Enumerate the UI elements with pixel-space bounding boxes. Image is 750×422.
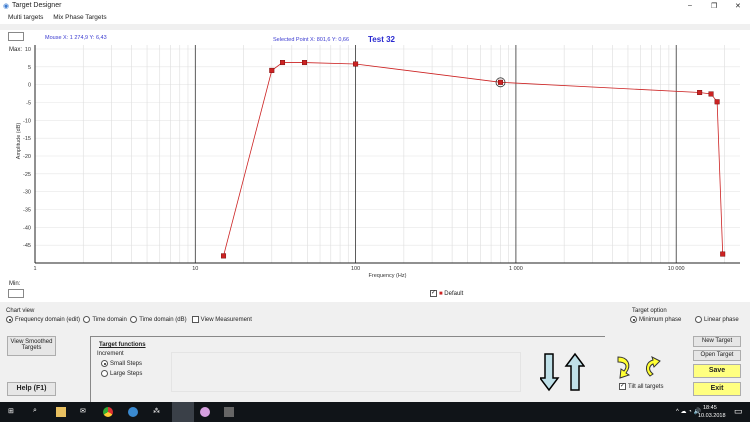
x-tick-label: 1 000	[509, 266, 523, 272]
clock-date: 10.03.2018	[698, 413, 726, 419]
tilt-up-button[interactable]	[645, 356, 661, 377]
y-tick-label: -5	[26, 101, 31, 107]
data-point[interactable]	[302, 60, 308, 66]
y-axis-label: Amplitude (dB)	[16, 123, 22, 160]
target-functions-title: Target functions	[99, 342, 146, 348]
up-arrow-button[interactable]	[564, 352, 585, 391]
radio-minimum-phase[interactable]: Minimum phase	[630, 316, 681, 323]
x-axis-label: Frequency (Hz)	[369, 273, 407, 279]
y-tick-label: -40	[23, 225, 31, 231]
chart-view-group: Chart view Frequency domain (edit) Time …	[6, 308, 256, 328]
data-point[interactable]	[280, 60, 286, 66]
tilt-buttons	[617, 356, 661, 379]
increment-group: Increment Small Steps Large Steps	[97, 351, 147, 401]
help-button[interactable]: Help (F1)	[7, 382, 56, 396]
y-tick-label: -25	[23, 172, 31, 178]
legend: ✓ ■ Default	[430, 290, 463, 297]
legend-label: Default	[444, 291, 464, 298]
x-tick-label: 10 000	[668, 266, 685, 272]
frequency-chart[interactable]: 10 5 0 -5 -10 -15 -20 -25 -30 -35 -40 -45 1 10 100 1 00…	[0, 0, 750, 302]
radio-frequency-domain[interactable]: Frequency domain (edit)	[6, 316, 80, 323]
arrow-buttons	[540, 352, 585, 392]
target-functions-panel: Target functions Increment Small Steps L…	[90, 336, 605, 402]
radio-time-domain[interactable]: Time domain	[83, 316, 127, 323]
y-tick-label: 5	[28, 65, 31, 71]
exit-button[interactable]: Exit	[693, 382, 741, 396]
data-point[interactable]	[353, 61, 359, 67]
y-tick-label: -35	[23, 208, 31, 214]
chart-view-title: Chart view	[6, 308, 35, 314]
network-app-icon[interactable]: ⁂	[153, 407, 163, 417]
tilt-down-button[interactable]	[617, 356, 631, 379]
x-tick-label: 100	[351, 266, 360, 272]
y-tick-label: -30	[23, 190, 31, 196]
monitor-app-icon[interactable]	[224, 407, 234, 417]
clock-time: 18:45	[703, 405, 717, 411]
data-point[interactable]	[269, 67, 275, 73]
data-point[interactable]	[498, 79, 504, 85]
mail-icon[interactable]: ✉	[80, 407, 90, 417]
x-tick-label: 10	[192, 266, 198, 272]
radio-linear-phase[interactable]: Linear phase	[695, 316, 739, 323]
start-icon[interactable]: ⊞	[8, 407, 18, 417]
y-tick-label: -15	[23, 136, 31, 142]
radio-small-steps[interactable]: Small Steps	[101, 360, 147, 367]
x-tick-label: 1	[33, 266, 36, 272]
taskbar: ⊞ ⌕ ✉ ⁂ ^ ☁ ◔ 🔊 18:45 10.03.2018 ▭	[0, 402, 750, 422]
view-smoothed-targets-button[interactable]: View Smoothed Targets	[7, 336, 56, 356]
data-point[interactable]	[221, 253, 227, 259]
increment-label: Increment	[97, 351, 124, 357]
save-button[interactable]: Save	[693, 364, 741, 378]
data-point[interactable]	[714, 99, 720, 105]
file-explorer-icon[interactable]	[56, 407, 66, 417]
itunes-icon[interactable]	[200, 407, 210, 417]
down-arrow-button[interactable]	[540, 353, 560, 392]
app-icon-download[interactable]	[128, 407, 138, 417]
data-point[interactable]	[708, 91, 714, 97]
tilt-all-targets-checkbox[interactable]: ✓ Tilt all targets	[619, 383, 663, 390]
data-point[interactable]	[697, 90, 703, 96]
view-measurement-checkbox[interactable]: View Measurement	[191, 316, 252, 323]
y-tick-label: -10	[23, 118, 31, 124]
legend-marker: ■	[439, 291, 443, 298]
function-area	[171, 352, 521, 392]
open-target-button[interactable]: Open Target	[693, 350, 741, 361]
target-option-title: Target option	[632, 308, 667, 314]
legend-checkbox[interactable]: ✓	[430, 290, 437, 297]
y-tick-label: -45	[23, 243, 31, 249]
radio-large-steps[interactable]: Large Steps	[101, 370, 147, 377]
radio-time-domain-db[interactable]: Time domain (dB)	[130, 316, 187, 323]
y-tick-label: 10	[25, 47, 31, 53]
notifications-icon[interactable]: ▭	[734, 406, 743, 417]
series-line	[223, 62, 724, 256]
y-tick-label: -20	[23, 154, 31, 160]
search-icon[interactable]: ⌕	[33, 407, 43, 417]
y-tick-label: 0	[28, 83, 31, 89]
target-option-group: Target option Minimum phase Linear phase	[630, 308, 745, 323]
target-designer-task[interactable]	[172, 402, 194, 422]
data-point[interactable]	[720, 251, 726, 257]
new-target-button[interactable]: New Target	[693, 336, 741, 347]
chrome-icon[interactable]	[103, 407, 113, 417]
